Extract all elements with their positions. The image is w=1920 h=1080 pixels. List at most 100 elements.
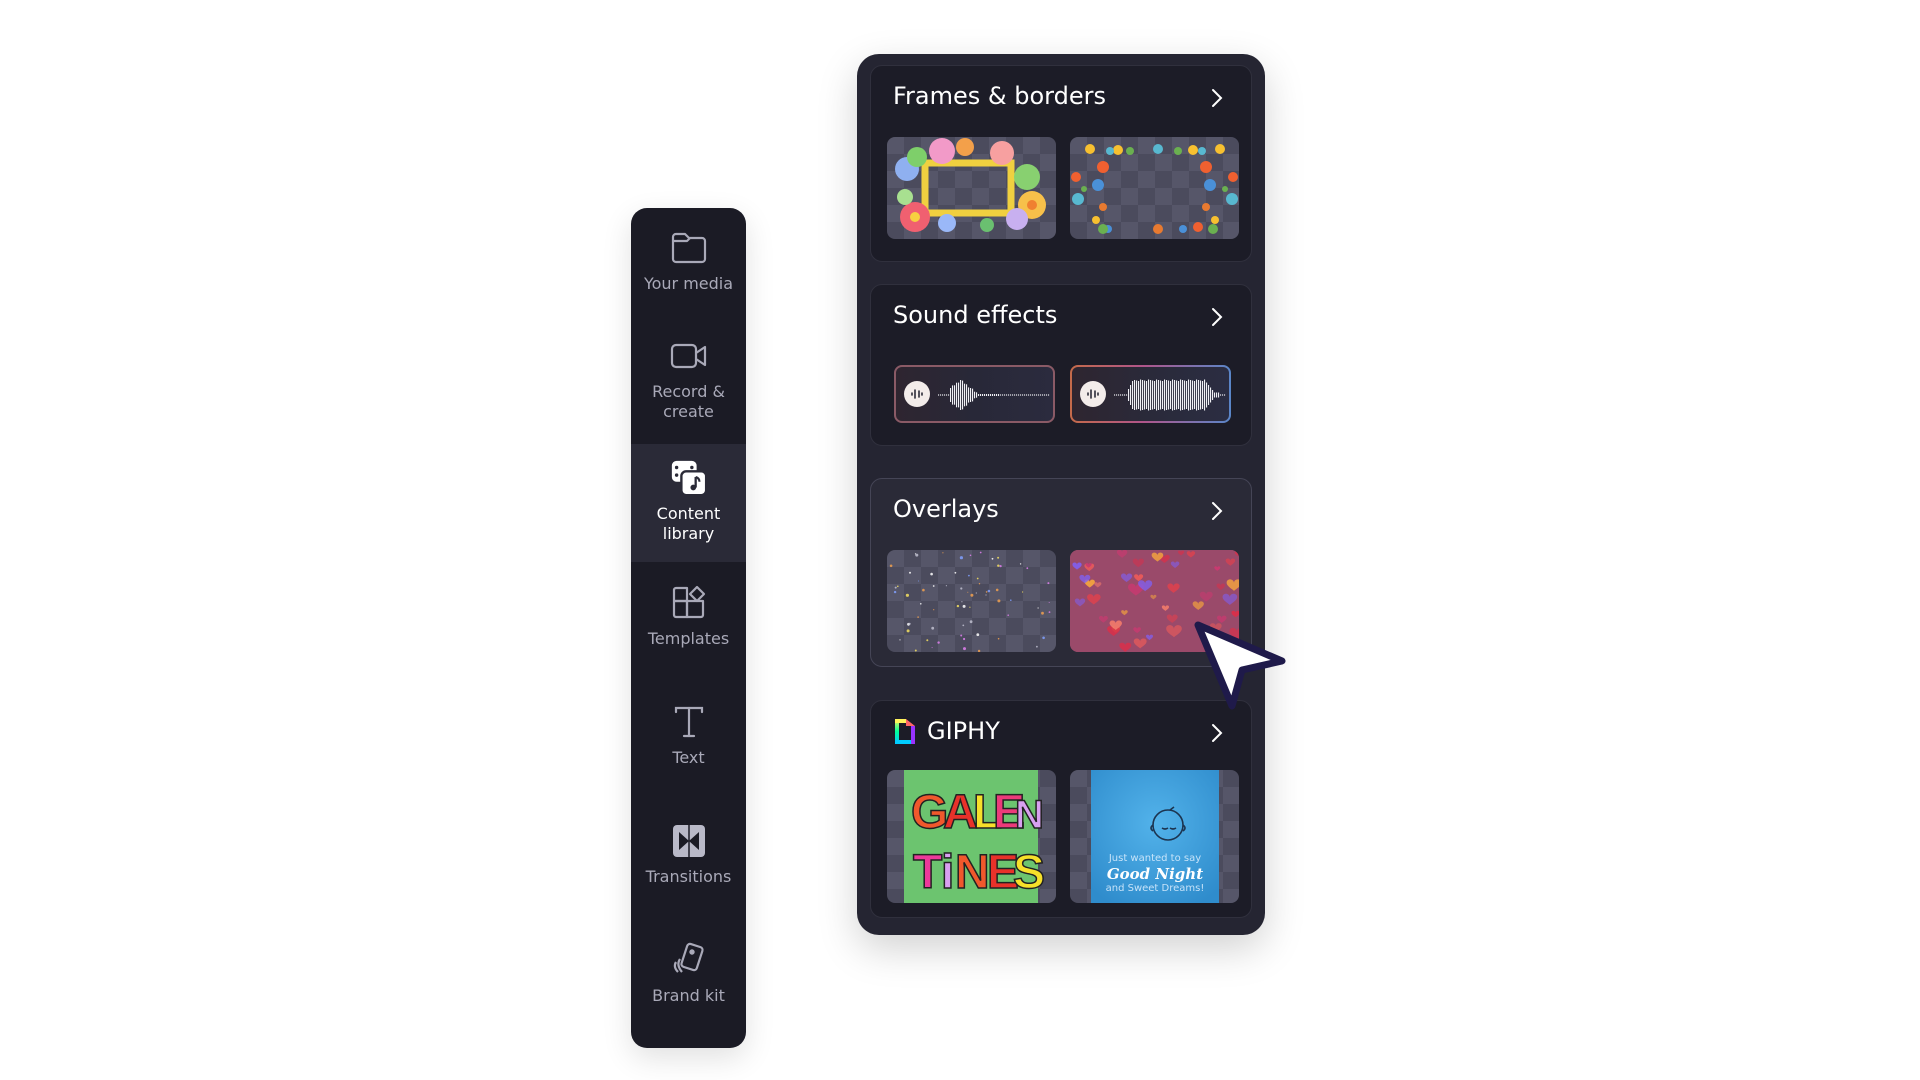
waveform-bar: [1168, 380, 1170, 410]
sparkle: [937, 641, 940, 644]
sparkle: [978, 583, 981, 585]
waveform-bar: [958, 382, 960, 408]
sidebar-item-label: Text: [672, 748, 705, 767]
chevron-right-icon[interactable]: [1207, 86, 1227, 110]
waveform-bar: [1114, 394, 1116, 396]
sparkle: [987, 589, 991, 593]
waveform-bar: [1002, 394, 1004, 396]
sparkle: [975, 592, 977, 594]
sparkle: [922, 588, 925, 592]
sparkle: [906, 629, 910, 633]
sparkle: [894, 586, 897, 589]
sparkle: [930, 572, 933, 576]
waveform-bar: [1144, 380, 1146, 410]
audio-waveform-icon[interactable]: [904, 381, 930, 407]
section-title: Sound effects: [893, 301, 1058, 329]
waveform-bar: [1180, 379, 1182, 411]
waveform-bar: [1032, 394, 1034, 396]
audio-waveform-icon[interactable]: [1080, 381, 1106, 407]
waveform-bar: [978, 394, 980, 396]
sparkle: [931, 626, 935, 630]
chevron-right-icon[interactable]: [1207, 721, 1227, 745]
svg-text:T: T: [913, 846, 942, 899]
sparkle: [926, 639, 929, 642]
flower-frame-thumbnail[interactable]: [887, 137, 1056, 239]
gif-caption-line: and Sweet Dreams!: [1105, 883, 1205, 894]
sparkle: [991, 557, 994, 560]
sparkle: [1041, 611, 1044, 615]
waveform-bar: [1014, 394, 1016, 396]
sparkle: [1037, 607, 1039, 609]
good-night-gif-thumbnail[interactable]: Just wanted to say Good Night and Sweet …: [1070, 770, 1239, 903]
sparkle: [967, 591, 969, 593]
sparkle: [1048, 602, 1050, 603]
sidebar-item-your-media[interactable]: Your media: [631, 208, 746, 326]
waveform-bar: [938, 394, 940, 396]
waveform-bar: [1196, 379, 1198, 411]
waveform-bar: [1126, 394, 1128, 396]
sidebar-item-brand-kit[interactable]: Brand kit: [631, 920, 746, 1038]
sparkle: [889, 564, 893, 568]
sparkle: [1047, 582, 1050, 585]
waveform-bar: [1176, 380, 1178, 410]
sidebar-item-record-create[interactable]: Record & create: [631, 316, 746, 434]
giphy-logo-icon: [895, 719, 915, 744]
waveform-bar: [1222, 394, 1224, 396]
section-title: Frames & borders: [893, 82, 1106, 110]
sparkle: [899, 639, 901, 641]
section-sound-effects: Sound effects: [870, 284, 1252, 446]
gif-caption-line: Just wanted to say: [1108, 853, 1202, 864]
waveform-bar: [1148, 379, 1150, 411]
sparkle: [968, 574, 970, 577]
sidebar-item-content-library[interactable]: Content library: [631, 444, 746, 562]
sparkle: [931, 647, 933, 649]
waveform-bar: [1218, 392, 1220, 398]
waveform-bar: [960, 380, 962, 410]
waveform-bar: [1042, 394, 1044, 396]
sound-effect-item[interactable]: [894, 365, 1055, 423]
waveform-bar: [1044, 394, 1046, 396]
waveform-bar: [956, 382, 958, 408]
sidebar-item-label: Record & create: [652, 382, 725, 421]
waveform-bar: [994, 394, 996, 396]
waveform-bar: [1162, 381, 1164, 409]
brand-kit-icon: [669, 940, 709, 980]
chevron-right-icon[interactable]: [1207, 305, 1227, 329]
section-title: Overlays: [893, 495, 999, 523]
sidebar-item-text[interactable]: Text: [631, 682, 746, 800]
sound-effect-item[interactable]: [1070, 365, 1231, 423]
waveform-bar: [982, 394, 984, 396]
sparkle: [963, 647, 966, 651]
waveform-bar: [1046, 394, 1048, 396]
waveform-bar: [1146, 381, 1148, 409]
svg-text:S: S: [1013, 846, 1045, 899]
waveform-bar: [1118, 394, 1120, 396]
hearts-overlay-thumbnail[interactable]: [1070, 550, 1239, 652]
waveform-bar: [1122, 394, 1124, 396]
waveform-bar: [948, 394, 950, 396]
chevron-right-icon[interactable]: [1207, 499, 1227, 523]
sidebar-item-transitions[interactable]: Transitions: [631, 801, 746, 919]
gif-caption-line: Good Night: [1106, 865, 1204, 883]
svg-text:i: i: [941, 846, 954, 899]
sidebar-item-templates[interactable]: Templates: [631, 563, 746, 681]
waveform-bar: [1000, 394, 1002, 396]
section-overlays: Overlays: [870, 478, 1252, 667]
waveform-bar: [1192, 380, 1194, 410]
waveform-bar: [1164, 379, 1166, 411]
section-giphy: GIPHY G A L E N T i N E S Just wanted to…: [870, 700, 1252, 918]
sparkle: [976, 577, 979, 580]
galentines-gif-thumbnail[interactable]: G A L E N T i N E S: [887, 770, 1056, 903]
sparkle: [979, 551, 982, 554]
sparkle-overlay-thumbnail[interactable]: [887, 550, 1056, 652]
waveform-bar: [1004, 394, 1006, 396]
sparkle: [954, 571, 957, 574]
waveform-bar: [1048, 394, 1050, 396]
sparkle: [914, 649, 917, 652]
waveform-bar: [1150, 380, 1152, 410]
section-frames-borders: Frames & borders: [870, 65, 1252, 262]
floral-border-thumbnail[interactable]: [1070, 137, 1239, 239]
waveform-bar: [1158, 380, 1160, 410]
waveform-bar: [954, 385, 956, 405]
waveform-bar: [966, 384, 968, 406]
